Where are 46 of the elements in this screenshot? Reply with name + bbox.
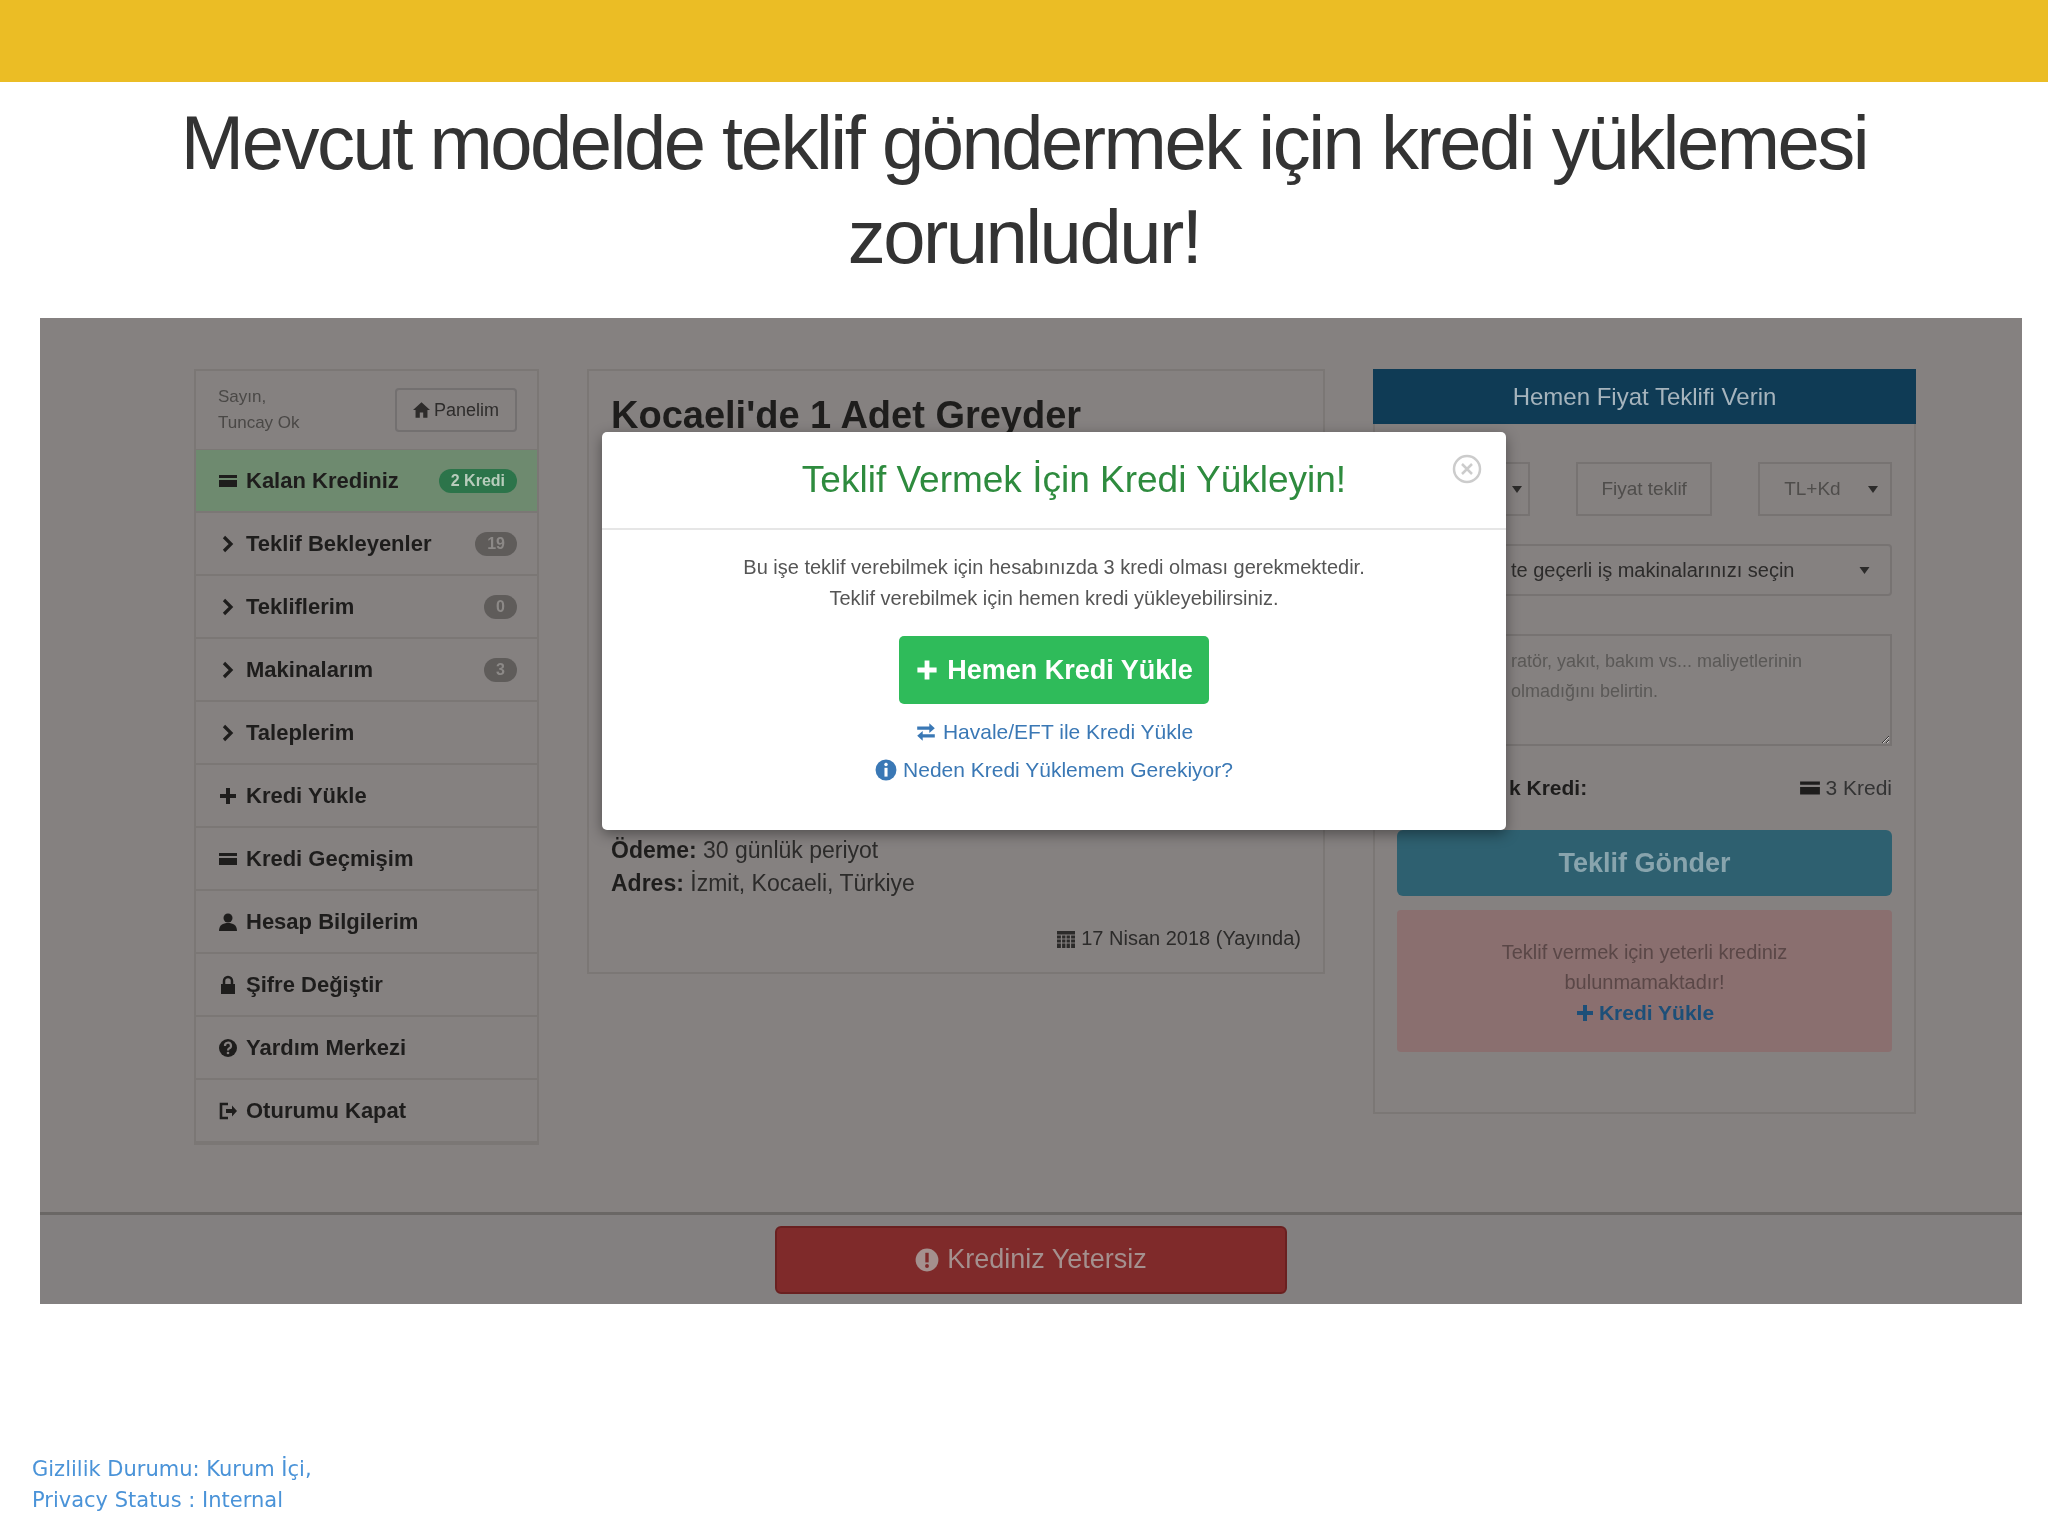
caret-icon	[1868, 485, 1878, 493]
transfer-arrows-icon	[914, 721, 937, 743]
info-icon	[875, 759, 898, 781]
sidebar-item[interactable]: Kredi Geçmişim	[196, 828, 537, 891]
modal-message: Bu işe teklif verebilmek için hesabınızda 3 kredi olması gerekmektedir.	[743, 555, 1365, 580]
warning-icon	[915, 1247, 940, 1272]
listing-detail: Ödeme: 30 günlük periyot	[611, 837, 880, 864]
listing-title: Kocaeli'de 1 Adet Greyder	[611, 393, 1083, 437]
offer-panel-header: Hemen Fiyat Teklifi Verin	[1373, 369, 1916, 424]
sidebar-item[interactable]: Kalan Krediniz 2 Kredi	[196, 450, 537, 513]
privacy-note: Privacy Status : Internal	[32, 1487, 284, 1514]
greeting-text: Sayın,	[218, 387, 268, 407]
privacy-note: Gizlilik Durumu: Kurum İçi,	[32, 1455, 313, 1483]
modal-link[interactable]: Havale/EFT ile Kredi Yükle	[914, 720, 1194, 744]
plus-icon	[218, 785, 238, 806]
caret-icon	[1859, 566, 1870, 574]
user-name: Tuncay Ok	[218, 413, 300, 433]
lock-icon	[218, 974, 238, 995]
sidebar-item[interactable]: Yardım Merkezi	[196, 1017, 537, 1080]
sidebar-item[interactable]: Kredi Yükle	[196, 765, 537, 828]
plus-icon	[1574, 1003, 1595, 1023]
help-icon	[218, 1037, 238, 1058]
listing-detail: Adres: İzmit, Kocaeli, Türkiye	[611, 870, 916, 897]
sidebar-item[interactable]: Taleplerim	[196, 702, 537, 765]
home-icon	[412, 402, 430, 418]
home-button[interactable]: Panelim	[394, 388, 517, 432]
calendar-icon	[1057, 929, 1076, 948]
sidebar-item[interactable]: Oturumu Kapat	[196, 1080, 537, 1143]
submit-offer-button[interactable]: Teklif Gönder	[1397, 830, 1892, 896]
count-badge: 2 Kredi	[438, 468, 517, 493]
close-icon[interactable]	[1452, 454, 1482, 484]
insufficient-credit-button[interactable]: Krediniz Yetersiz	[775, 1225, 1287, 1294]
logout-icon	[218, 1100, 238, 1121]
slide-title: Mevcut modelde teklif göndermek için kredi yüklemesi zorunludur!	[179, 99, 1869, 281]
sidebar-item[interactable]: Şifre Değiştir	[196, 954, 537, 1017]
credit-value: 3 Kredi	[1825, 776, 1892, 800]
sidebar-item[interactable]: Hesap Bilgilerim	[196, 891, 537, 954]
modal-link[interactable]: Neden Kredi Yüklemem Gerekiyor?	[875, 758, 1233, 782]
plus-icon	[915, 658, 940, 682]
caret-icon	[1512, 485, 1523, 493]
user-icon	[218, 911, 238, 932]
publish-date: 17 Nisan 2018 (Yayında)	[1081, 927, 1301, 950]
modal-message: Teklif verebilmek için hemen kredi yükleyebilirsiniz.	[829, 586, 1279, 611]
load-credit-button[interactable]: Hemen Kredi Yükle	[899, 636, 1209, 704]
credit-label: k Kredi:	[1509, 776, 1588, 800]
modal-title: Teklif Vermek İçin Kredi Yükleyin!	[801, 459, 1347, 501]
